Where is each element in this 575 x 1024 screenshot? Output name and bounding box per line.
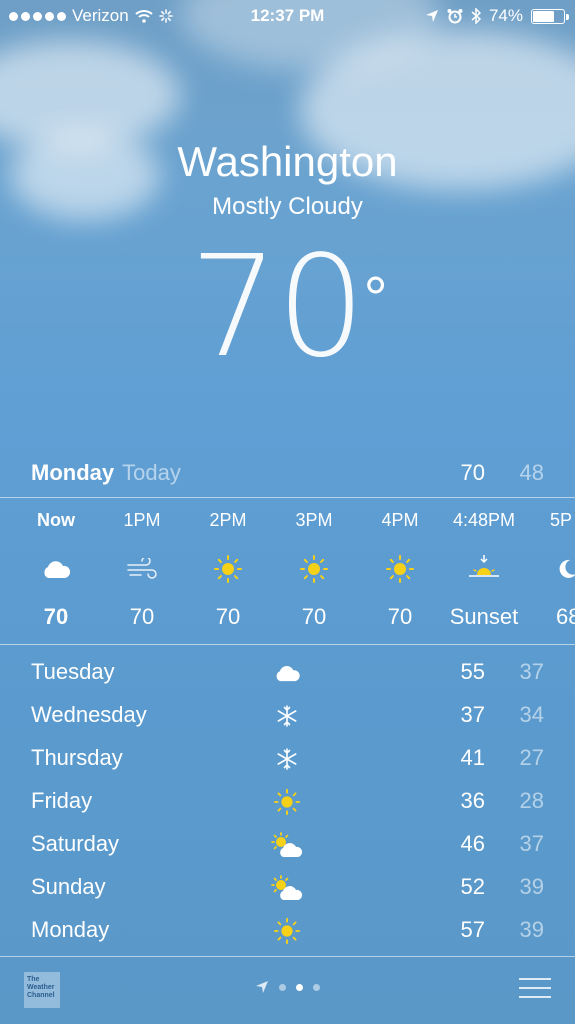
snowflake-icon	[269, 701, 305, 731]
cloud-icon	[13, 554, 99, 584]
hour-label: 1PM	[123, 510, 161, 530]
sun-icon	[271, 554, 357, 584]
sun-icon	[185, 554, 271, 584]
page-indicator[interactable]	[0, 980, 575, 994]
list-item: Wednesday 37 34	[31, 693, 544, 736]
list-item: Monday 57 39	[31, 908, 544, 951]
hour-temperature: 70	[301, 604, 327, 629]
forecast-day: Wednesday	[31, 702, 147, 727]
forecast-day: Thursday	[31, 745, 123, 770]
snowflake-icon	[269, 744, 305, 774]
hour-temperature: 70	[43, 604, 69, 629]
sunset-icon	[436, 554, 532, 584]
forecast-high: 57	[460, 917, 485, 942]
forecast-day: Saturday	[31, 831, 120, 856]
weather-condition: Mostly Cloudy	[212, 193, 363, 220]
bluetooth-icon	[471, 8, 481, 24]
hour-temperature: Sunset	[449, 604, 519, 629]
forecast-high: 37	[460, 702, 485, 727]
hour-label: 4PM	[381, 510, 419, 530]
forecast-low: 34	[519, 702, 544, 727]
city-list-icon[interactable]	[519, 978, 551, 1000]
degree-symbol: °	[363, 265, 388, 332]
forecast-day: Sunday	[31, 874, 106, 899]
forecast-high: 41	[460, 745, 485, 770]
battery-percent: 74%	[488, 6, 523, 25]
today-summary-row: Monday Today 70 48	[31, 460, 544, 494]
partly-cloudy-icon	[269, 873, 305, 903]
list-item: Thursday 41 27	[31, 736, 544, 779]
sun-icon	[269, 787, 305, 817]
forecast-high: 52	[460, 874, 485, 899]
cloud-icon	[269, 658, 305, 688]
cloud-background	[0, 0, 575, 260]
hour-temperature: 70	[387, 604, 413, 629]
forecast-low: 27	[519, 745, 544, 770]
forecast-low: 37	[519, 659, 544, 684]
today-low: 48	[519, 460, 544, 485]
today-label: Today	[122, 460, 181, 485]
hour-label: 4:48PM	[452, 510, 516, 530]
forecast-day: Tuesday	[31, 659, 115, 684]
sun-icon	[357, 554, 443, 584]
forecast-low: 39	[519, 874, 544, 899]
hour-label: 5P	[550, 510, 573, 530]
forecast-low: 28	[519, 788, 544, 813]
moon-icon	[556, 554, 575, 584]
status-bar: Verizon 12:37 PM 74%	[0, 0, 575, 32]
forecast-day: Monday	[31, 917, 110, 942]
forecast-day: Friday	[31, 788, 93, 813]
current-temperature: 70°	[189, 226, 388, 389]
hour-label: 3PM	[295, 510, 333, 530]
wind-icon	[99, 554, 185, 584]
forecast-high: 55	[460, 659, 485, 684]
hour-temperature: 70	[129, 604, 155, 629]
hour-label: Now	[37, 510, 75, 530]
battery-icon	[531, 8, 569, 24]
page-dot	[279, 983, 286, 991]
location-arrow-icon	[425, 10, 438, 22]
sun-icon	[269, 916, 305, 946]
list-item: Friday 36 28	[31, 779, 544, 822]
partly-cloudy-icon	[269, 830, 305, 860]
city-name: Washington	[177, 138, 398, 185]
page-dot	[313, 983, 320, 991]
bottom-toolbar: The Weather Channel	[0, 956, 575, 1024]
forecast-low: 39	[519, 917, 544, 942]
forecast-high: 46	[460, 831, 485, 856]
list-item: Tuesday 55 37	[31, 650, 544, 693]
hour-temperature: 68	[556, 604, 575, 629]
daily-forecast[interactable]: Tuesday 55 37 Wednesday 37 34 Thursday 4…	[31, 650, 544, 951]
list-item: Sunday 52 39	[31, 865, 544, 908]
page-dot-active	[296, 983, 303, 991]
hourly-forecast[interactable]: Now 70 1PM 70 2PM 70 3PM 70 4PM 70 4:48P…	[0, 498, 575, 644]
forecast-low: 37	[519, 831, 544, 856]
location-arrow-icon	[256, 981, 268, 993]
divider	[0, 644, 575, 645]
alarm-icon	[447, 9, 463, 24]
list-item: Saturday 46 37	[31, 822, 544, 865]
hour-temperature: 70	[215, 604, 241, 629]
forecast-high: 36	[460, 788, 485, 813]
today-day: Monday	[31, 460, 115, 485]
today-high: 70	[460, 460, 485, 485]
hour-label: 2PM	[209, 510, 247, 530]
